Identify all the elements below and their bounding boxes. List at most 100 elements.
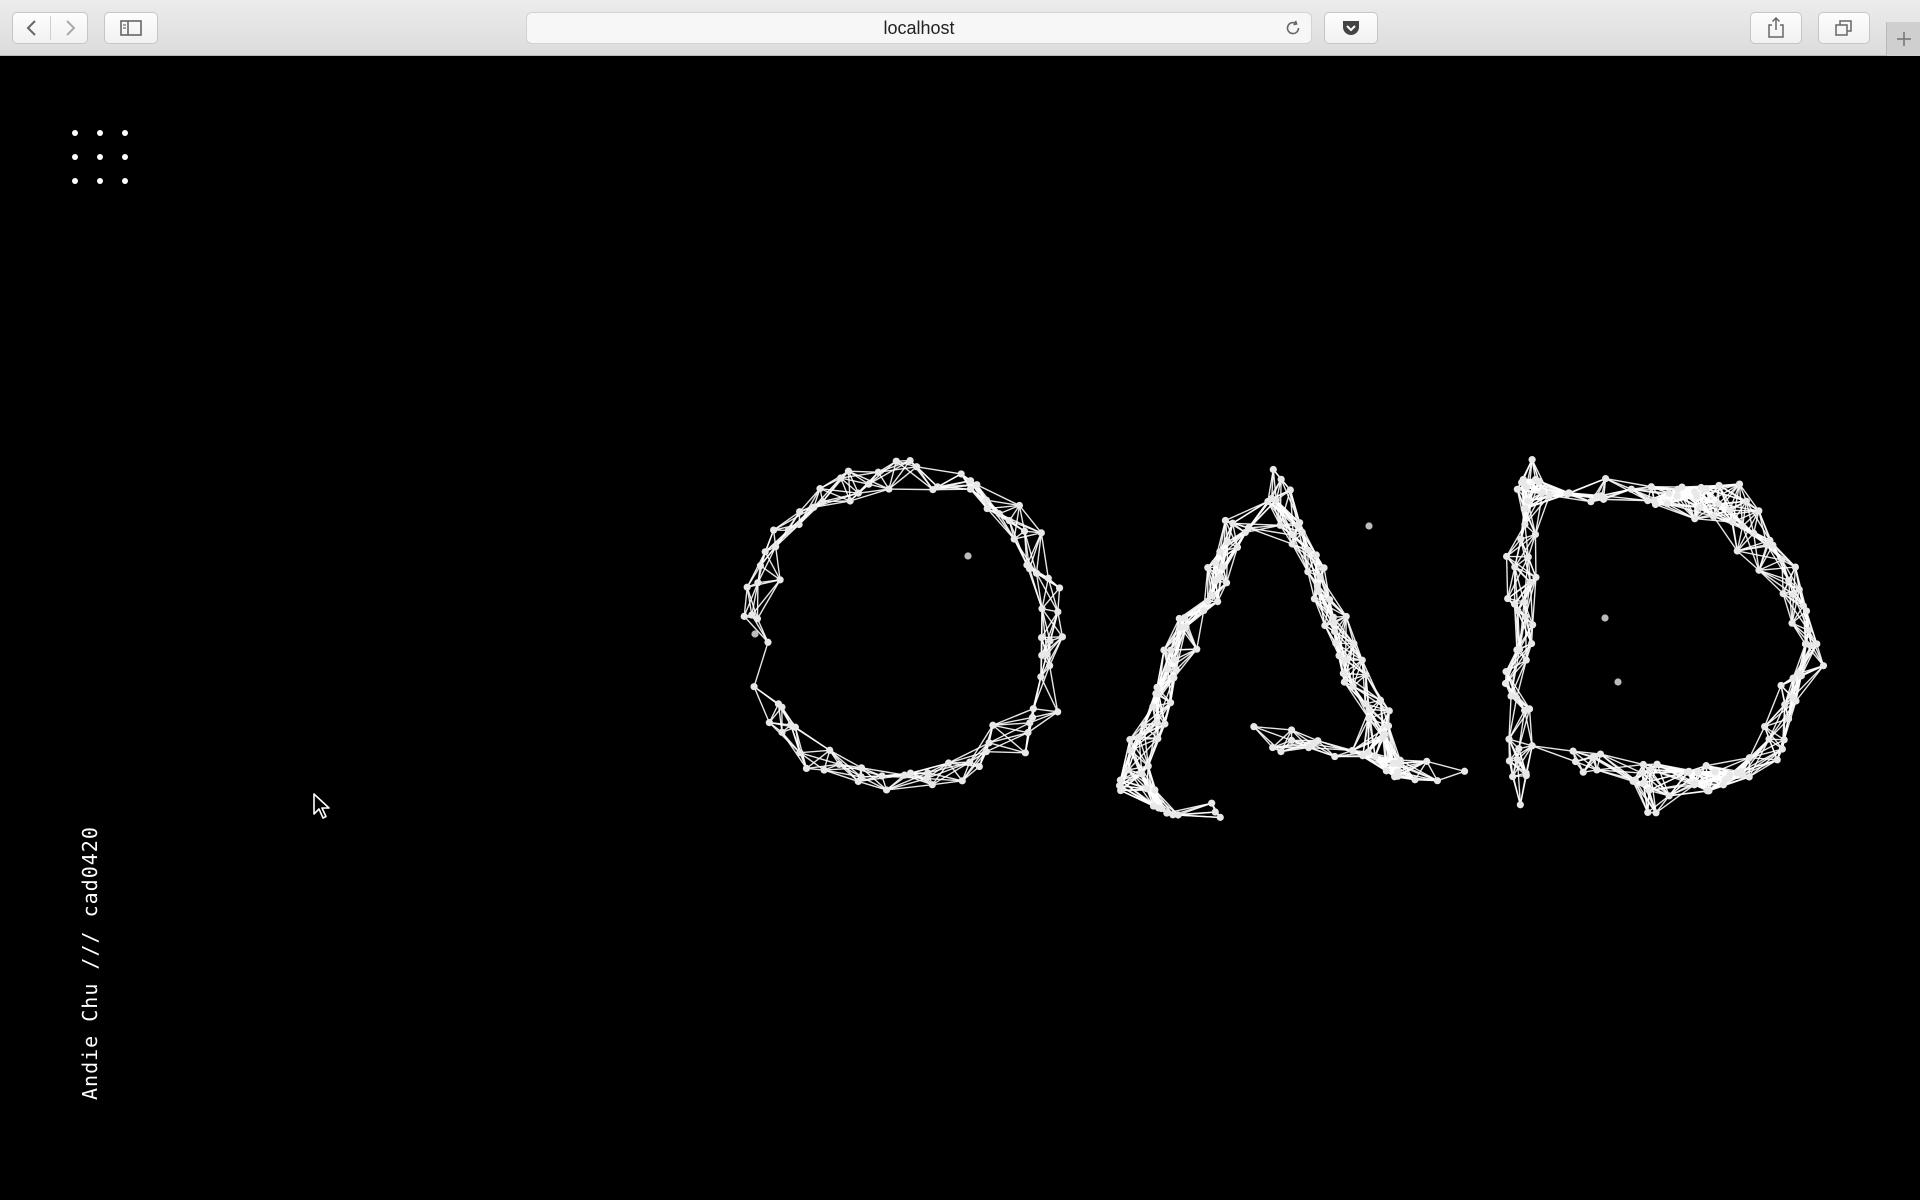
network-node [1174,811,1182,819]
network-node [1269,465,1277,474]
network-node [844,467,853,475]
network-node [1788,619,1796,627]
network-node [754,579,762,587]
network-node [1538,489,1547,497]
network-node [1384,722,1393,730]
pocket-button[interactable] [1324,12,1378,44]
network-node [913,463,921,471]
network-node [1590,753,1598,761]
network-node [1166,699,1175,707]
navigation-buttons [12,12,88,44]
network-node [1167,646,1175,654]
network-node [1340,678,1348,686]
network-node [1304,568,1312,576]
network-edge [1534,534,1537,578]
network-edge [1519,775,1527,805]
sidebar-button[interactable] [104,12,158,44]
network-node [1503,552,1511,561]
network-node [1038,651,1046,659]
plus-icon [1896,32,1911,46]
network-edge [1426,760,1465,772]
network-node [816,485,824,493]
network-node [1569,747,1577,755]
reload-icon[interactable] [1283,18,1303,38]
network-node [882,786,891,794]
network-node [1362,671,1370,679]
network-node [1673,492,1681,500]
network-node [1181,613,1189,622]
network-node [1394,772,1402,780]
network-node [1229,519,1237,527]
back-button[interactable] [13,13,50,43]
network-node [1342,656,1350,664]
new-tab-button[interactable] [1886,22,1920,56]
network-node [1382,767,1390,775]
network-node [1155,690,1163,698]
network-node [1219,563,1227,571]
network-node [1763,541,1771,549]
network-node [857,764,866,772]
network-node [1313,581,1321,590]
network-node [1216,548,1224,556]
network-node [1025,565,1034,573]
tabs-overview-button[interactable] [1818,12,1870,44]
network-node [1691,778,1699,787]
network-node [1639,760,1647,769]
network-node [1791,563,1800,571]
network-node [1719,781,1728,789]
network-node [1038,605,1046,613]
network-node [1160,646,1168,654]
network-node [1505,757,1514,765]
network-node [1310,595,1319,603]
pocket-icon [1343,21,1359,35]
network-node [1380,730,1388,738]
network-node [1520,598,1528,606]
network-node [1224,538,1232,546]
network-node [874,468,882,476]
network-node [885,485,893,493]
network-node [1250,723,1258,731]
network-node [1163,809,1171,817]
network-node [784,526,792,534]
network-node [1685,767,1693,775]
network-node [1015,501,1024,510]
network-node [1593,766,1601,774]
network-node [1295,519,1304,527]
network-node [1309,740,1317,748]
network-node [1514,607,1522,615]
network-node [1244,524,1253,532]
network-node [1527,639,1536,648]
network-node [1545,491,1554,499]
network-node [1735,480,1744,488]
network-node [857,773,865,781]
network-node [1211,808,1219,816]
network-node [761,548,769,556]
network-node [944,759,953,767]
network-node [835,760,843,768]
network-node [1046,662,1054,670]
credit-text: Andie Chu /// cad0420 [78,826,102,1100]
network-node [906,456,914,465]
share-button[interactable] [1750,12,1802,44]
network-edge [756,579,781,620]
network-node [1010,535,1018,543]
network-node [1376,696,1385,704]
forward-button[interactable] [51,13,88,43]
address-bar[interactable]: localhost [526,12,1312,44]
network-node [1058,633,1067,641]
network-node [1579,768,1587,776]
network-node [1745,754,1754,762]
network-node [957,470,965,478]
network-node [1138,770,1146,778]
network-node [1126,746,1135,754]
network-node [1714,500,1722,508]
network-node [1268,494,1276,503]
network-node [796,508,804,516]
network-node [1519,475,1527,484]
network-node [1627,485,1635,493]
network-node [1528,742,1536,750]
network-edge [1367,718,1370,753]
network-node [1153,683,1161,691]
network-node [933,483,942,491]
network-node [1316,572,1324,581]
